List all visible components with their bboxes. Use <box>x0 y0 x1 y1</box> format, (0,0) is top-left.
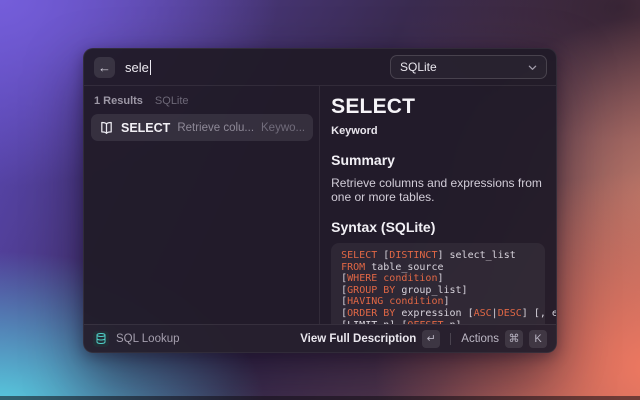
open-book-icon <box>99 120 114 135</box>
list-item-title: SELECT <box>121 121 170 135</box>
results-count: 1 Results <box>94 95 143 107</box>
sql-lookup-window: ← sele SQLite 1 Results SQLite <box>83 48 557 353</box>
list-item-select[interactable]: SELECT Retrieve colu... Keywo... <box>91 114 313 141</box>
return-key-icon: ↵ <box>422 330 440 348</box>
results-scope: SQLite <box>155 95 189 107</box>
results-header: 1 Results SQLite <box>91 92 313 114</box>
detail-pane[interactable]: SELECT Keyword Summary Retrieve columns … <box>320 86 556 324</box>
scope-dropdown-value: SQLite <box>400 60 437 74</box>
k-key-icon: K <box>529 330 547 348</box>
command-key-icon: ⌘ <box>505 330 523 348</box>
search-input[interactable]: sele <box>125 60 390 75</box>
actions-label: Actions <box>461 333 499 345</box>
footer-divider <box>450 333 451 345</box>
desktop-wallpaper: { "colors": { "keyword_accent": "#e06745… <box>0 0 640 400</box>
list-item-accessory: Keywo... <box>261 122 305 134</box>
syntax-heading: Syntax (SQLite) <box>331 219 545 235</box>
text-caret <box>150 60 152 75</box>
database-icon <box>93 331 109 347</box>
footer-bar: SQL Lookup View Full Description ↵ Actio… <box>84 324 556 352</box>
syntax-code-block: SELECT [DISTINCT] select_listFROM table_… <box>331 243 545 324</box>
list-item-subtitle: Retrieve colu... <box>177 122 254 134</box>
scope-dropdown[interactable]: SQLite <box>390 55 547 79</box>
summary-body: Retrieve columns and expressions from on… <box>331 176 545 204</box>
arrow-left-icon: ← <box>98 61 111 74</box>
actions-button[interactable]: Actions ⌘ K <box>461 330 547 348</box>
view-full-description-label: View Full Description <box>300 333 416 345</box>
summary-heading: Summary <box>331 152 545 168</box>
view-full-description-button[interactable]: View Full Description ↵ <box>300 330 440 348</box>
app-name: SQL Lookup <box>116 333 180 345</box>
detail-title: SELECT <box>331 95 545 119</box>
search-bar: ← sele SQLite <box>84 49 556 86</box>
chevron-down-icon <box>528 63 537 72</box>
search-query-text: sele <box>125 60 149 75</box>
results-sidebar[interactable]: 1 Results SQLite SELECT Retrieve colu...… <box>84 86 320 324</box>
window-body: 1 Results SQLite SELECT Retrieve colu...… <box>84 86 556 324</box>
detail-type-badge: Keyword <box>331 125 545 137</box>
back-button[interactable]: ← <box>94 57 115 78</box>
